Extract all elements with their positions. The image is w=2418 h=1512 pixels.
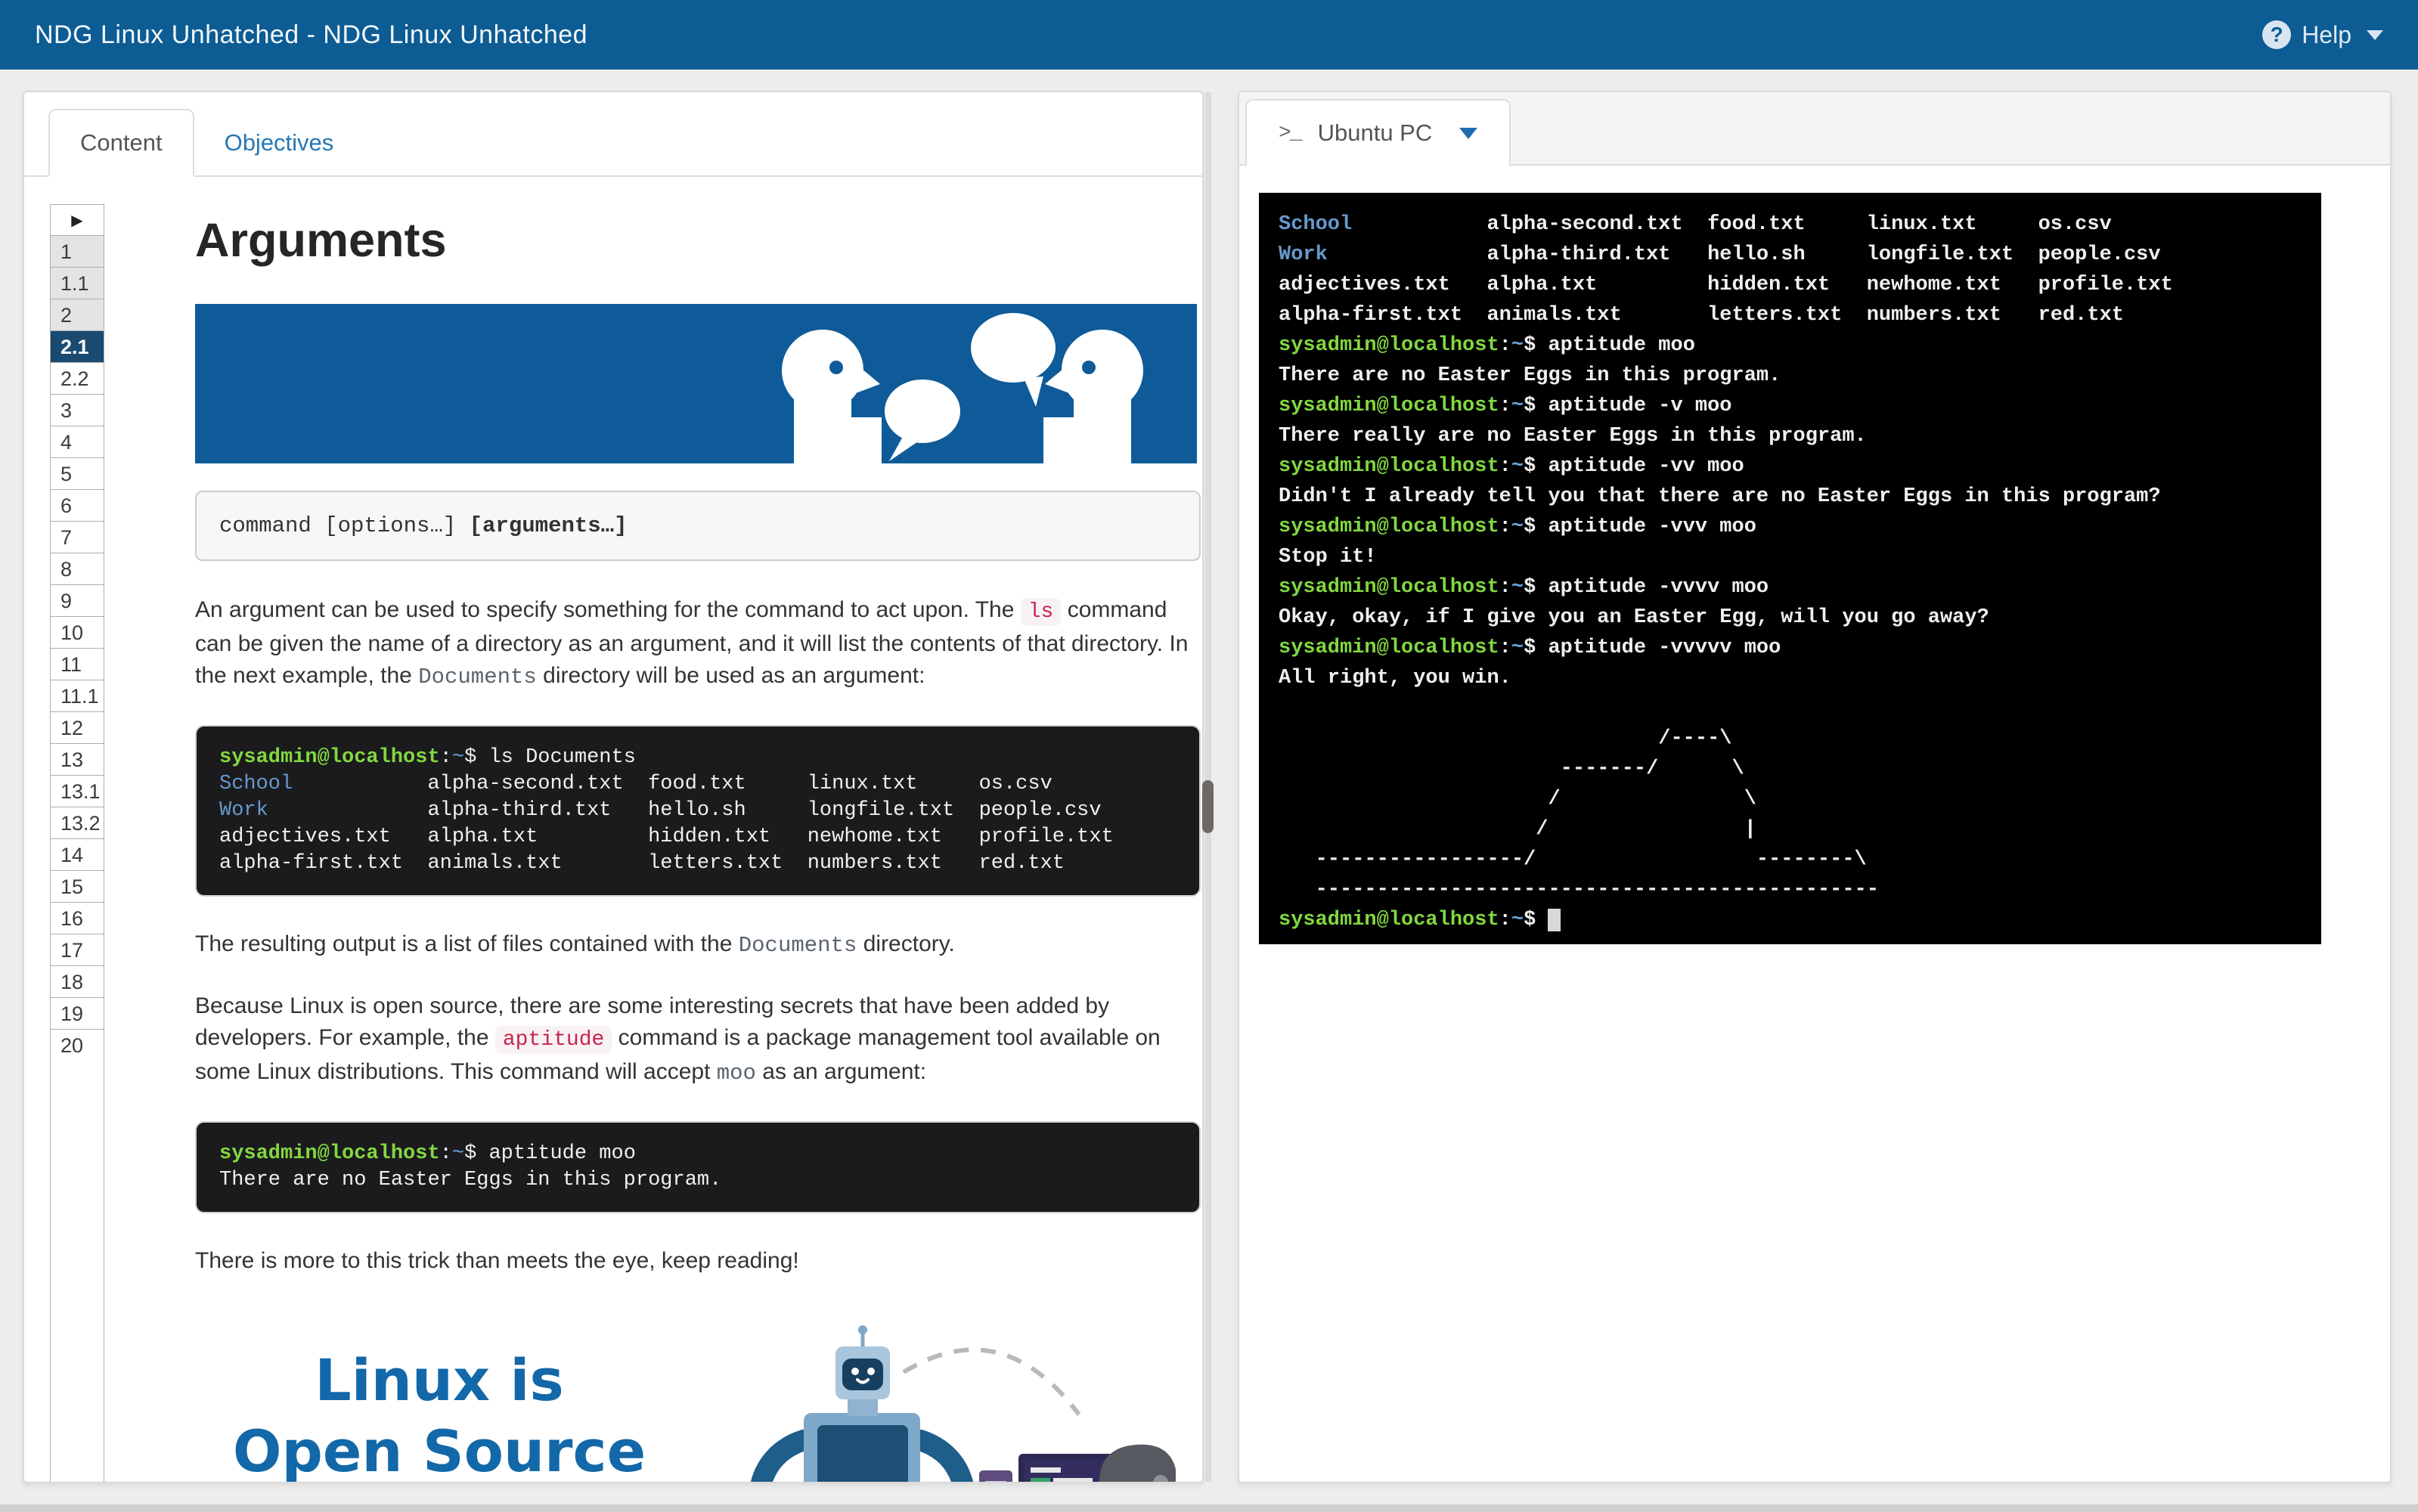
terminal-line: All right, you win. bbox=[1279, 667, 1511, 689]
terminal-line: sysadmin@localhost:~$ aptitude moo bbox=[219, 1142, 636, 1165]
terminal-line: -------/ \ bbox=[1279, 758, 1744, 780]
nav-item-13.2[interactable]: 13.2 bbox=[51, 807, 104, 838]
terminal-line: Work alpha-third.txt hello.sh longfile.t… bbox=[1279, 243, 2161, 266]
nav-item-18[interactable]: 18 bbox=[51, 965, 104, 997]
open-source-illustration: Linux is Open Source Linux is developed … bbox=[195, 1325, 1201, 1483]
window-bottom-edge bbox=[0, 1504, 2418, 1512]
nav-item-7[interactable]: 7 bbox=[51, 521, 104, 553]
tab-objectives[interactable]: Objectives bbox=[194, 110, 364, 175]
nav-item-8[interactable]: 8 bbox=[51, 553, 104, 584]
content-panel: Content Objectives ▶ 1 1.1 2 2.1 2.2 3 4 5 6 7 8 9 1… bbox=[23, 91, 1204, 1483]
paragraph-arguments: An argument can be used to specify somet… bbox=[195, 597, 1189, 689]
chevron-down-icon bbox=[2367, 29, 2383, 40]
terminal-line: sysadmin@localhost:~$ bbox=[1279, 905, 2321, 935]
paragraph-open-source: Because Linux is open source, there are … bbox=[195, 993, 1161, 1086]
nav-item-13.1[interactable]: 13.1 bbox=[51, 775, 104, 807]
illustration-title-line1: Linux is bbox=[315, 1346, 564, 1414]
splitter-handle[interactable] bbox=[1202, 780, 1214, 833]
example-terminal-ls: sysadmin@localhost:~$ ls Documents School… bbox=[195, 725, 1201, 897]
nav-item-15[interactable]: 15 bbox=[51, 870, 104, 902]
terminal-line: Didn't I already tell you that there are… bbox=[1279, 485, 2161, 508]
nav-item-1.1[interactable]: 1.1 bbox=[51, 267, 104, 299]
nav-item-10[interactable]: 10 bbox=[51, 616, 104, 648]
nav-item-11[interactable]: 11 bbox=[51, 648, 104, 680]
nav-item-2[interactable]: 2 bbox=[51, 299, 104, 330]
terminal-line: / | bbox=[1279, 818, 1756, 841]
nav-item-11.1[interactable]: 11.1 bbox=[51, 680, 104, 711]
terminal-line: alpha-first.txt animals.txt letters.txt … bbox=[1279, 304, 2124, 327]
page-title: Arguments bbox=[195, 214, 447, 267]
terminal-line: There really are no Easter Eggs in this … bbox=[1279, 425, 1867, 448]
terminal-line: /----\ bbox=[1279, 727, 1732, 750]
terminal-line: Stop it! bbox=[1279, 546, 1377, 569]
arguments-banner-image bbox=[195, 304, 1197, 463]
ubuntu-terminal[interactable]: School alpha-second.txt food.txt linux.t… bbox=[1259, 193, 2321, 944]
terminal-line: Work alpha-third.txt hello.sh longfile.t… bbox=[219, 799, 1102, 822]
terminal-dropdown-caret[interactable] bbox=[1459, 127, 1478, 139]
terminal-line: / \ bbox=[1279, 788, 1756, 810]
terminal-panel: >_ Ubuntu PC School alpha-second.txt foo… bbox=[1238, 91, 2392, 1483]
lesson-nav: ▶ 1 1.1 2 2.1 2.2 3 4 5 6 7 8 9 10 11 11.1 12 13 13.1 13.2… bbox=[50, 204, 104, 1482]
nav-item-20[interactable]: 20 bbox=[51, 1029, 104, 1061]
terminal-line: sysadmin@localhost:~$ aptitude -vvvvv mo… bbox=[1279, 637, 1781, 659]
terminal-tabbar: >_ Ubuntu PC bbox=[1239, 92, 2390, 167]
nav-item-6[interactable]: 6 bbox=[51, 489, 104, 521]
play-icon: ▶ bbox=[71, 212, 83, 229]
nav-item-4[interactable]: 4 bbox=[51, 426, 104, 457]
terminal-line: There are no Easter Eggs in this program… bbox=[219, 1169, 722, 1191]
content-tabbar: Content Objectives bbox=[24, 92, 1202, 177]
nav-item-2.1[interactable]: 2.1 bbox=[51, 330, 104, 362]
terminal-tab-label: Ubuntu PC bbox=[1317, 119, 1433, 146]
terminal-line: sysadmin@localhost:~$ aptitude -vvvv moo bbox=[1279, 576, 1769, 599]
nav-item-14[interactable]: 14 bbox=[51, 838, 104, 870]
terminal-line: sysadmin@localhost:~$ ls Documents bbox=[219, 746, 636, 769]
nav-item-12[interactable]: 12 bbox=[51, 711, 104, 743]
top-bar: NDG Linux Unhatched - NDG Linux Unhatche… bbox=[0, 0, 2418, 70]
terminal-line: ----------------------------------------… bbox=[1279, 878, 1879, 901]
terminal-line: School alpha-second.txt food.txt linux.t… bbox=[1279, 213, 2112, 236]
help-icon: ? bbox=[2262, 20, 2292, 49]
nav-item-17[interactable]: 17 bbox=[51, 934, 104, 965]
nav-item-3[interactable]: 3 bbox=[51, 394, 104, 426]
nav-play-button[interactable]: ▶ bbox=[51, 205, 104, 235]
nav-item-1[interactable]: 1 bbox=[51, 235, 104, 267]
window-title: NDG Linux Unhatched - NDG Linux Unhatche… bbox=[35, 20, 588, 49]
command-syntax-box: command [options…] [arguments…] bbox=[195, 491, 1201, 561]
lesson-content: Arguments command [options…] [arguments…… bbox=[195, 197, 1201, 1483]
paragraph-resulting-output: The resulting output is a list of files … bbox=[195, 931, 955, 958]
terminal-line: -----------------/ --------\ bbox=[1279, 848, 1867, 871]
terminal-cursor bbox=[1548, 909, 1561, 931]
help-label: Help bbox=[2302, 20, 2351, 48]
nav-item-2.2[interactable]: 2.2 bbox=[51, 362, 104, 394]
terminal-line: School alpha-second.txt food.txt linux.t… bbox=[219, 773, 1052, 795]
terminal-line: sysadmin@localhost:~$ aptitude moo bbox=[1279, 334, 1695, 357]
nav-item-9[interactable]: 9 bbox=[51, 584, 104, 616]
app-window: NDG Linux Unhatched - NDG Linux Unhatche… bbox=[0, 0, 2418, 1512]
terminal-line: sysadmin@localhost:~$ aptitude -v moo bbox=[1279, 395, 1732, 417]
open-source-text: Linux is Open Source Linux is developed … bbox=[220, 1325, 659, 1483]
robot-and-kid-image bbox=[751, 1325, 1176, 1482]
help-menu[interactable]: ? Help bbox=[2262, 20, 2383, 49]
paragraph-closing: There is more to this trick than meets t… bbox=[195, 1248, 799, 1273]
lesson-body: ▶ 1 1.1 2 2.1 2.2 3 4 5 6 7 8 9 10 11 11.1 12 13 13.1 13.2… bbox=[24, 177, 1202, 1483]
terminal-line: alpha-first.txt animals.txt letters.txt … bbox=[219, 852, 1065, 875]
tab-content[interactable]: Content bbox=[48, 109, 194, 177]
nav-item-5[interactable]: 5 bbox=[51, 457, 104, 489]
example-terminal-aptitude: sysadmin@localhost:~$ aptitude moo There … bbox=[195, 1121, 1201, 1213]
tab-ubuntu-pc[interactable]: >_ Ubuntu PC bbox=[1245, 99, 1511, 167]
terminal-line: adjectives.txt alpha.txt hidden.txt newh… bbox=[219, 826, 1114, 848]
terminal-line: sysadmin@localhost:~$ aptitude -vvv moo bbox=[1279, 516, 1756, 538]
terminal-prompt-icon: >_ bbox=[1279, 121, 1303, 145]
nav-item-16[interactable]: 16 bbox=[51, 902, 104, 934]
terminal-line: There are no Easter Eggs in this program… bbox=[1279, 364, 1781, 387]
illustration-title-line2: Open Source bbox=[232, 1418, 646, 1483]
terminal-line: Okay, okay, if I give you an Easter Egg,… bbox=[1279, 606, 1989, 629]
terminal-line: adjectives.txt alpha.txt hidden.txt newh… bbox=[1279, 274, 2173, 296]
terminal-line: sysadmin@localhost:~$ aptitude -vv moo bbox=[1279, 455, 1744, 478]
nav-item-13[interactable]: 13 bbox=[51, 743, 104, 775]
nav-item-19[interactable]: 19 bbox=[51, 997, 104, 1029]
